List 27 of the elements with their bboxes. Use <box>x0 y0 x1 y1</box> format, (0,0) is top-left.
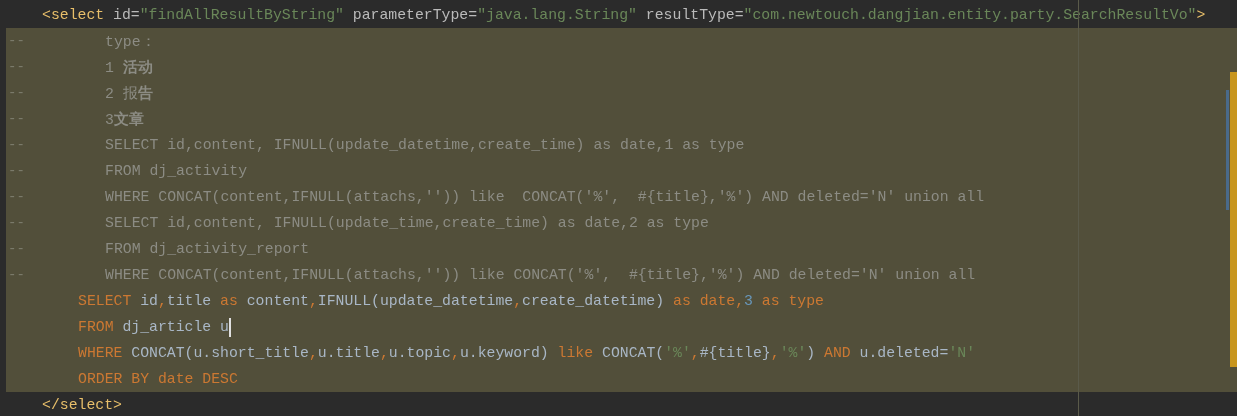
comment-marker: -- <box>8 111 25 127</box>
text-caret <box>228 317 231 337</box>
comment-line: type： <box>104 32 156 51</box>
xml-tag-line: <select id="findAllResultByString" parameterType="java.lang.String" resultType="com.newtouch.dangjian.entity.party.SearchResultVo"> <box>42 7 1206 23</box>
comment-line: FROM dj_activity <box>104 163 248 179</box>
comment-line: SELECT id,content, IFNULL(update_time,create_time) as date,2 as type <box>104 215 709 231</box>
comment-line: SELECT id,content, IFNULL(update_datetime,create_time) as date,1 as type <box>104 137 745 153</box>
comment-line: WHERE CONCAT(content,IFNULL(attachs,'')) like CONCAT('%', #{title},'%') AND deleted='N' union all <box>104 189 985 205</box>
comment-marker: -- <box>8 189 25 205</box>
comment-line: 1 活动 <box>104 58 153 77</box>
comment-line: 3文章 <box>104 110 144 129</box>
comment-marker: -- <box>8 85 25 101</box>
comment-marker: -- <box>8 163 25 179</box>
sql-line: FROM dj_article u <box>77 319 229 335</box>
comment-line: 2 报告 <box>104 84 153 103</box>
sql-line: ORDER BY date DESC <box>77 371 238 387</box>
comment-marker: -- <box>8 59 25 75</box>
comment-marker: -- <box>8 33 25 49</box>
xml-tag-line: </select> <box>42 397 122 413</box>
comment-line: WHERE CONCAT(content,IFNULL(attachs,'')) like CONCAT('%', #{title},'%') AND deleted='N' union all <box>104 267 976 283</box>
sql-line: WHERE CONCAT(u.short_title,u.title,u.topic,u.keyword) like CONCAT('%',#{title},'%') AND u.deleted='N' <box>77 345 975 361</box>
comment-line: FROM dj_activity_report <box>104 241 310 257</box>
comment-marker: -- <box>8 267 25 283</box>
comment-marker: -- <box>8 137 25 153</box>
comment-marker: -- <box>8 215 25 231</box>
sql-line: SELECT id,title as content,IFNULL(update_datetime,create_datetime) as date,3 as type <box>77 293 824 309</box>
comment-marker: -- <box>8 241 25 257</box>
